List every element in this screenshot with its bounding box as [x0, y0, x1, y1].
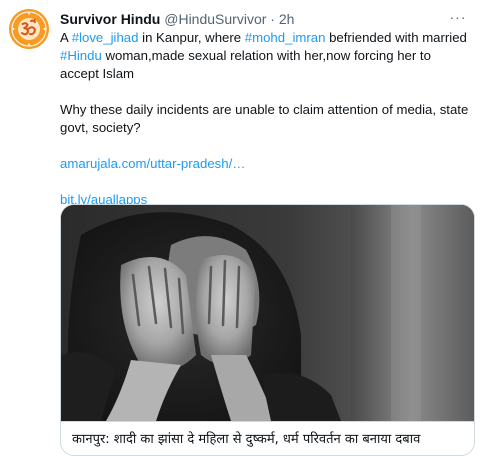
- hashtag-mohd-imran[interactable]: #mohd_imran: [245, 30, 326, 45]
- hashtag-hindu[interactable]: #Hindu: [60, 48, 102, 63]
- author-handle[interactable]: @HinduSurvivor: [164, 11, 266, 27]
- text-segment: A: [60, 30, 72, 45]
- hashtag-love-jihad[interactable]: #love_jihad: [72, 30, 139, 45]
- woman-covering-face-photo: [61, 205, 474, 421]
- text-segment: befriended with married: [325, 30, 467, 45]
- text-segment: woman,made sexual relation with her,now …: [60, 48, 431, 81]
- more-options-icon[interactable]: ···: [447, 8, 469, 26]
- timestamp[interactable]: 2h: [279, 11, 295, 27]
- author-name[interactable]: Survivor Hindu: [60, 11, 160, 27]
- om-emblem-icon: [9, 9, 49, 49]
- text-segment: in Kanpur, where: [138, 30, 245, 45]
- tweet[interactable]: Survivor Hindu @HinduSurvivor · 2h ··· A…: [0, 0, 480, 456]
- tweet-text: A #love_jihad in Kanpur, where #mohd_imr…: [60, 29, 472, 209]
- avatar[interactable]: [9, 9, 49, 49]
- paragraph-2: Why these daily incidents are unable to …: [60, 102, 469, 135]
- card-image[interactable]: [61, 205, 474, 421]
- link-amarujala[interactable]: amarujala.com/uttar-pradesh/…: [60, 156, 245, 171]
- link-preview-card[interactable]: कानपुर: शादी का झांसा दे महिला से दुष्कर…: [60, 204, 475, 456]
- separator: ·: [270, 11, 275, 27]
- tweet-header: Survivor Hindu @HinduSurvivor · 2h: [60, 10, 294, 28]
- link-line-1: amarujala.com/uttar-pradesh/…: [60, 155, 472, 173]
- paragraph-1: A #love_jihad in Kanpur, where #mohd_imr…: [60, 29, 472, 83]
- card-title[interactable]: कानपुर: शादी का झांसा दे महिला से दुष्कर…: [61, 421, 474, 455]
